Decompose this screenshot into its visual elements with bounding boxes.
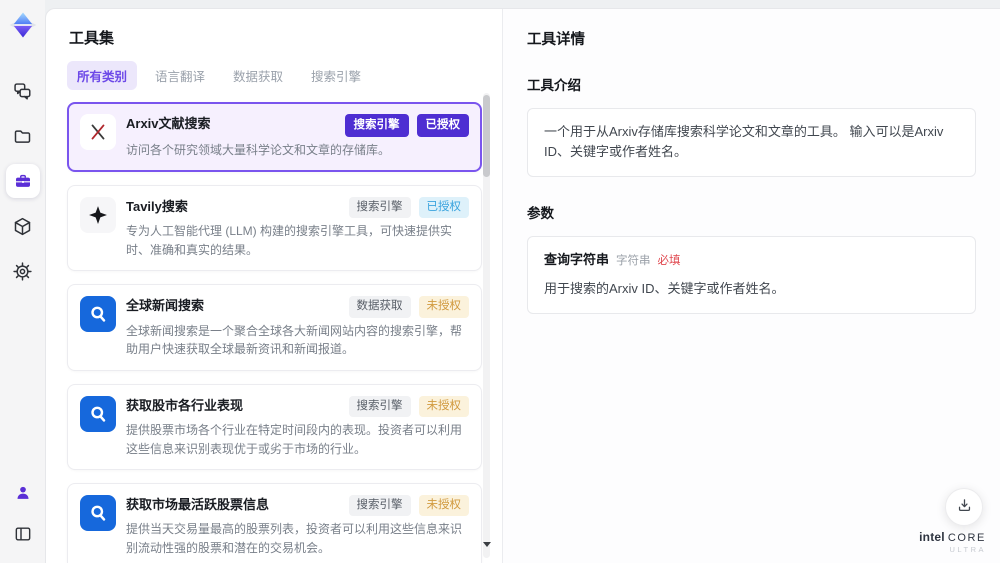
auth-status-badge: 未授权 bbox=[418, 395, 469, 417]
search-app-icon bbox=[80, 495, 116, 532]
list-scrollbar[interactable] bbox=[483, 93, 490, 558]
auth-status-badge: 已授权 bbox=[416, 114, 469, 138]
tool-description: 访问各个研究领域大量科学论文和文章的存储库。 bbox=[126, 143, 391, 158]
search-app-icon bbox=[80, 296, 116, 333]
tool-name: 全球新闻搜索 bbox=[126, 298, 205, 314]
app-logo bbox=[6, 8, 40, 42]
tool-card[interactable]: Tavily搜索 搜索引擎 已授权 专为人工智能代理 (LLM) 构建的搜索引擎… bbox=[67, 184, 482, 272]
scrollbar-thumb[interactable] bbox=[483, 95, 490, 177]
chat-icon bbox=[12, 81, 33, 102]
user-icon bbox=[13, 483, 33, 503]
tool-name: 获取股市各行业表现 bbox=[126, 397, 244, 413]
sidebar-item-files[interactable] bbox=[6, 119, 40, 153]
tool-description: 提供当天交易量最高的股票列表，投资者可以利用这些信息来识别流动性强的股票和潜在的… bbox=[126, 522, 463, 555]
tool-card[interactable]: 获取股市各行业表现 搜索引擎 未授权 提供股票市场各个行业在特定时间段内的表现。… bbox=[67, 383, 482, 471]
auth-status-badge: 已授权 bbox=[418, 196, 469, 219]
search-app-icon bbox=[80, 395, 116, 432]
page-title: 工具集 bbox=[69, 30, 115, 47]
category-tab[interactable]: 搜索引擎 bbox=[301, 61, 371, 90]
category-tab[interactable]: 数据获取 bbox=[223, 61, 293, 90]
rail-bottom bbox=[6, 476, 40, 551]
param-type: 字符串 bbox=[616, 254, 651, 267]
tool-cards: Arxiv文献搜索 搜索引擎 已授权 访问各个研究领域大量科学论文和文章的存储库… bbox=[67, 102, 482, 563]
category-tab[interactable]: 所有类别 bbox=[67, 61, 138, 90]
gear-icon bbox=[12, 261, 33, 282]
folder-icon bbox=[12, 126, 33, 147]
tavily-icon bbox=[80, 196, 116, 233]
sidebar-item-toolbox[interactable] bbox=[5, 164, 40, 198]
scroll-down-caret-icon bbox=[483, 542, 491, 547]
intel-sub-text: ultra bbox=[949, 545, 986, 554]
detail-title: 工具详情 bbox=[527, 32, 585, 48]
category-badge: 搜索引擎 bbox=[348, 196, 411, 219]
tool-description: 专为人工智能代理 (LLM) 构建的搜索引擎工具，可快速提供实时、准确和真实的结… bbox=[126, 224, 453, 257]
category-badge: 数据获取 bbox=[348, 296, 411, 318]
sidebar-item-settings[interactable] bbox=[6, 254, 40, 288]
params-heading: 参数 bbox=[527, 206, 554, 222]
tool-name: Tavily搜索 bbox=[126, 198, 188, 214]
cube-icon bbox=[12, 216, 33, 237]
panel-icon bbox=[13, 524, 33, 544]
sidebar-item-collapse[interactable] bbox=[6, 517, 40, 551]
download-button[interactable] bbox=[945, 488, 983, 526]
params-list: 查询字符串 字符串 必填 用于搜索的Arxiv ID、关键字或作者姓名。 bbox=[527, 235, 976, 315]
category-tab[interactable]: 语言翻译 bbox=[145, 61, 215, 90]
tool-list-pane: 工具集 所有类别 语言翻译 数据获取 搜索引擎 Arxiv文献搜索 搜索引擎 已授权 … bbox=[46, 9, 502, 563]
sidebar-item-packages[interactable] bbox=[6, 209, 40, 243]
param-description: 用于搜索的Arxiv ID、关键字或作者姓名。 bbox=[544, 281, 785, 297]
intel-core-logo: intel core ultra bbox=[919, 529, 986, 554]
intro-heading: 工具介绍 bbox=[527, 78, 581, 93]
tool-name: 获取市场最活跃股票信息 bbox=[126, 497, 270, 513]
arxiv-icon bbox=[80, 114, 116, 150]
intel-core-text: core bbox=[947, 531, 986, 544]
auth-status-badge: 未授权 bbox=[418, 296, 469, 318]
param-name: 查询字符串 bbox=[544, 251, 610, 267]
category-tabs: 所有类别 语言翻译 数据获取 搜索引擎 bbox=[67, 61, 478, 90]
tool-card[interactable]: Arxiv文献搜索 搜索引擎 已授权 访问各个研究领域大量科学论文和文章的存储库… bbox=[67, 102, 482, 172]
rail-nav bbox=[5, 74, 40, 288]
tool-card[interactable]: 全球新闻搜索 数据获取 未授权 全球新闻搜索是一个聚合全球各大新闻网站内容的搜索… bbox=[67, 284, 482, 371]
tool-description: 提供股票市场各个行业在特定时间段内的表现。投资者可以利用这些信息来识别表现优于或… bbox=[126, 422, 463, 456]
sidebar-item-profile[interactable] bbox=[6, 476, 40, 510]
left-rail bbox=[0, 0, 45, 563]
tool-detail-pane: 工具详情 工具介绍 一个用于从Arxiv存储库搜索科学论文和文章的工具。 输入可… bbox=[502, 9, 1000, 563]
param-box: 查询字符串 字符串 必填 用于搜索的Arxiv ID、关键字或作者姓名。 bbox=[527, 235, 976, 315]
auth-status-badge: 未授权 bbox=[418, 495, 469, 517]
tool-name: Arxiv文献搜索 bbox=[126, 116, 211, 131]
category-badge: 搜索引擎 bbox=[348, 495, 411, 517]
briefcase-icon bbox=[13, 171, 33, 191]
tool-description: 全球新闻搜索是一个聚合全球各大新闻网站内容的搜索引擎，帮助用户快速获取全球最新资… bbox=[126, 323, 463, 357]
param-required-badge: 必填 bbox=[657, 254, 681, 267]
category-badge: 搜索引擎 bbox=[348, 395, 411, 417]
download-icon bbox=[956, 497, 973, 517]
tool-card[interactable]: 获取市场最活跃股票信息 搜索引擎 未授权 提供当天交易量最高的股票列表，投资者可… bbox=[67, 483, 482, 563]
category-badge: 搜索引擎 bbox=[344, 114, 409, 138]
intel-brand-text: intel bbox=[919, 529, 945, 544]
intro-box: 一个用于从Arxiv存储库搜索科学论文和文章的工具。 输入可以是Arxiv ID… bbox=[527, 107, 976, 178]
sidebar-item-chat[interactable] bbox=[6, 74, 40, 108]
main-panel: 工具集 所有类别 语言翻译 数据获取 搜索引擎 Arxiv文献搜索 搜索引擎 已授权 … bbox=[45, 8, 1000, 563]
